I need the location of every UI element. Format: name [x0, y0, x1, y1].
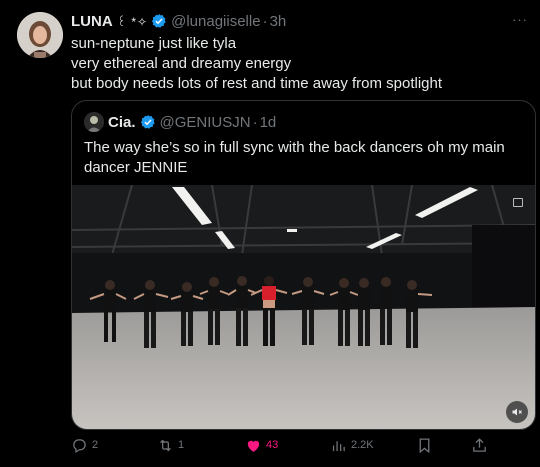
share-button[interactable]	[471, 436, 488, 454]
tweet-text: sun-neptune just like tyla very ethereal…	[71, 34, 520, 94]
bookmark-button[interactable]	[416, 436, 433, 454]
quoted-tweet[interactable]: Cia. @GENIUSJN · 1d The way she’s so in …	[71, 100, 536, 430]
views-chart-icon	[332, 440, 345, 451]
timestamp[interactable]: 3h	[270, 13, 287, 30]
mute-button[interactable]	[506, 401, 528, 423]
reply-button[interactable]: 2	[71, 436, 98, 454]
quote-display-name: Cia.	[108, 113, 136, 131]
share-icon	[473, 437, 486, 452]
quote-avatar	[84, 112, 104, 132]
verified-badge-icon	[151, 14, 166, 28]
tweet-text-line: very ethereal and dreamy energy	[71, 55, 292, 72]
avatar-image	[17, 12, 63, 58]
quote-handle: @GENIUSJN	[159, 113, 251, 131]
retweet-icon	[160, 439, 171, 451]
separator-dot: ·	[262, 12, 268, 30]
video-player[interactable]	[72, 185, 535, 429]
reply-icon	[73, 438, 86, 453]
quote-avatar-image	[84, 112, 104, 132]
retweet-button[interactable]: 1	[157, 436, 184, 454]
video-frame	[72, 185, 535, 429]
avatar[interactable]	[17, 12, 63, 58]
tweet-text-line: but body needs lots of rest and time awa…	[71, 75, 443, 92]
like-count: 43	[266, 439, 279, 451]
separator-dot: ·	[252, 113, 258, 131]
reply-count: 2	[92, 439, 99, 451]
views-count: 2.2K	[351, 439, 374, 451]
tweet-text-line: sun-neptune just like tyla	[71, 35, 237, 52]
quote-timestamp: 1d	[259, 113, 277, 131]
name-decoration: ꒰ *✧	[116, 15, 149, 29]
action-bar: 2 1 43 2.2K	[71, 436, 491, 454]
quote-header: Cia. @GENIUSJN · 1d	[84, 112, 277, 132]
retweet-count: 1	[178, 439, 185, 451]
more-options-button[interactable]: ···	[510, 12, 530, 28]
views-button[interactable]: 2.2K	[330, 436, 374, 454]
speaker-muted-icon	[512, 408, 522, 416]
tweet: LUNA ꒰ *✧ @lunagiiselle · 3h ··· sun-nep…	[0, 0, 540, 467]
tweet-header: LUNA ꒰ *✧ @lunagiiselle · 3h	[71, 11, 500, 31]
bookmark-icon	[419, 437, 430, 453]
verified-badge-icon	[140, 115, 155, 129]
heart-filled-icon	[247, 440, 260, 452]
handle[interactable]: @lunagiiselle	[171, 13, 260, 30]
display-name[interactable]: LUNA	[71, 13, 113, 30]
quote-text: The way she’s so in full sync with the b…	[84, 139, 505, 176]
like-button[interactable]: 43	[245, 436, 278, 454]
media-description-icon[interactable]	[513, 198, 523, 207]
